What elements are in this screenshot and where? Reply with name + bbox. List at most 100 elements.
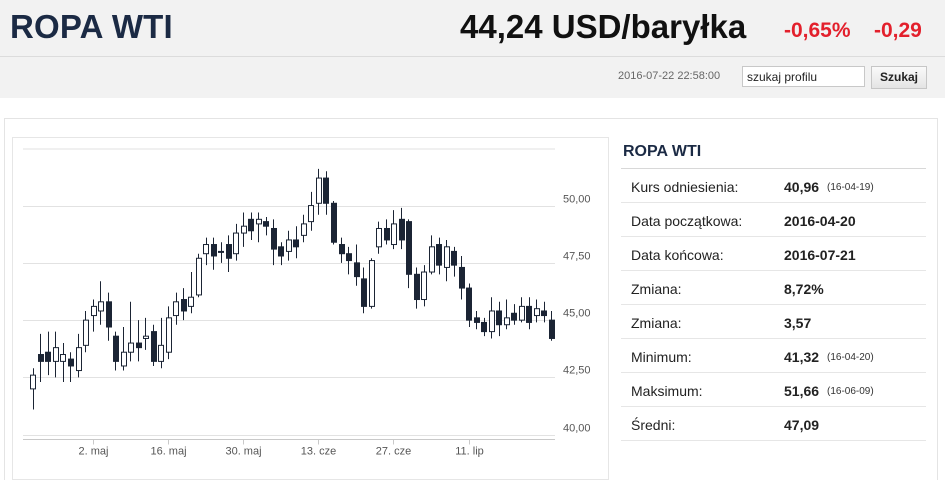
candle-body	[68, 358, 74, 367]
candle-body	[60, 354, 66, 362]
search-button[interactable]: Szukaj	[871, 66, 927, 89]
candle-body	[218, 250, 224, 253]
candle-body	[534, 308, 540, 317]
candle-body	[526, 305, 532, 323]
candle-body	[361, 278, 367, 307]
candle-body	[316, 177, 322, 204]
candle-body	[143, 335, 149, 339]
candle-body	[151, 331, 157, 362]
info-label: Kurs odniesienia:	[631, 179, 739, 195]
candle-body	[286, 239, 292, 252]
change-absolute: -0,29	[874, 19, 922, 42]
candle-body	[429, 246, 435, 273]
info-row-maximum: Maksimum: 51,66 (16-06-09)	[621, 373, 926, 407]
candle-body	[83, 319, 89, 346]
change-percent: -0,65%	[784, 19, 851, 42]
candle-body	[414, 273, 420, 301]
candle-body	[323, 177, 329, 204]
candle-body	[293, 239, 299, 248]
candle-body	[308, 205, 314, 223]
instrument-title: ROPA WTI	[10, 8, 173, 45]
candle-body	[188, 296, 194, 307]
info-row-reference-rate: Kurs odniesienia: 40,96 (16-04-19)	[621, 169, 926, 203]
info-value: 41,32	[784, 349, 820, 365]
info-row-start-date: Data początkowa: 2016-04-20	[621, 203, 926, 237]
candle-body	[496, 310, 502, 326]
info-table: ROPA WTI Kurs odniesienia: 40,96 (16-04-…	[621, 137, 926, 441]
info-value: 2016-04-20	[784, 213, 856, 229]
candle-body	[166, 317, 172, 353]
candle-body	[203, 244, 209, 255]
candle-body	[391, 223, 397, 246]
y-tick-label: 42,50	[563, 365, 591, 377]
candle-body	[128, 342, 134, 353]
candle-body	[53, 347, 59, 362]
info-value: 51,66	[784, 383, 820, 399]
candle-body	[158, 344, 164, 362]
candle-body	[121, 351, 127, 367]
candle-body	[301, 223, 307, 236]
info-label: Zmiana:	[631, 281, 682, 297]
candle-body	[331, 202, 337, 243]
candle-body	[76, 347, 82, 372]
x-tick-label: 11. lip	[455, 446, 484, 458]
info-value: 2016-07-21	[784, 247, 856, 263]
info-label: Zmiana:	[631, 315, 682, 331]
chart-canvas: 40,00 42,50 45,00 47,50 50,00 2. maj 16. maj 30…	[23, 148, 591, 458]
candle-body	[541, 310, 547, 317]
info-label: Średni:	[631, 417, 676, 433]
candle-body	[181, 299, 187, 312]
candle-body	[376, 227, 382, 248]
candle-body	[421, 271, 427, 301]
candle-body	[256, 218, 262, 225]
candlestick-chart: 40,00 42,50 45,00 47,50 50,00 2. maj 16. maj 30…	[12, 137, 609, 480]
info-row-change-absolute: Zmiana: 3,57	[621, 305, 926, 339]
candle-body	[444, 246, 450, 268]
candle-body	[248, 218, 254, 232]
candle-body	[436, 244, 442, 266]
candle-body	[196, 257, 202, 296]
info-value: 40,96	[784, 179, 820, 195]
candle-body	[451, 250, 457, 266]
candle-body	[113, 335, 119, 362]
candle-body	[519, 305, 525, 321]
info-label: Minimum:	[631, 349, 692, 365]
candle-body	[263, 221, 269, 227]
candle-body	[91, 305, 97, 317]
candle-body	[354, 262, 360, 278]
x-tick-label: 2. maj	[79, 446, 109, 458]
candle-body	[241, 225, 247, 234]
info-row-end-date: Data końcowa: 2016-07-21	[621, 237, 926, 271]
info-value: 47,09	[784, 417, 820, 433]
info-date: (16-04-20)	[827, 352, 874, 363]
y-tick-label: 47,50	[563, 251, 591, 263]
candle-body	[406, 221, 412, 275]
profile-search-input[interactable]	[742, 66, 865, 87]
x-tick-label: 16. maj	[150, 446, 186, 458]
info-date: (16-06-09)	[827, 386, 874, 397]
info-row-minimum: Minimum: 41,32 (16-04-20)	[621, 339, 926, 373]
candle-body	[466, 287, 472, 321]
candle-body	[98, 301, 104, 312]
candle-body	[136, 342, 142, 349]
candle-body	[45, 351, 51, 362]
candle-body	[173, 301, 179, 317]
candle-body	[369, 260, 375, 307]
candle-body	[384, 227, 390, 241]
y-tick-label: 50,00	[563, 194, 591, 206]
candle-body	[38, 354, 44, 362]
candle-body	[481, 321, 487, 333]
candle-body	[226, 244, 232, 259]
candle-body	[271, 227, 277, 250]
candle-body	[489, 310, 495, 333]
candle-body	[474, 317, 480, 323]
candle-body	[459, 266, 465, 289]
candle-body	[106, 301, 112, 328]
candle-body	[339, 244, 345, 255]
quote-header: ROPA WTI 44,24 USD/baryłka -0,65% -0,29 …	[0, 0, 945, 98]
current-price: 44,24 USD/baryłka	[460, 8, 747, 45]
info-label: Maksimum:	[631, 383, 703, 399]
info-value: 3,57	[784, 315, 812, 331]
candle-body	[399, 218, 405, 241]
candle-body	[504, 317, 510, 326]
